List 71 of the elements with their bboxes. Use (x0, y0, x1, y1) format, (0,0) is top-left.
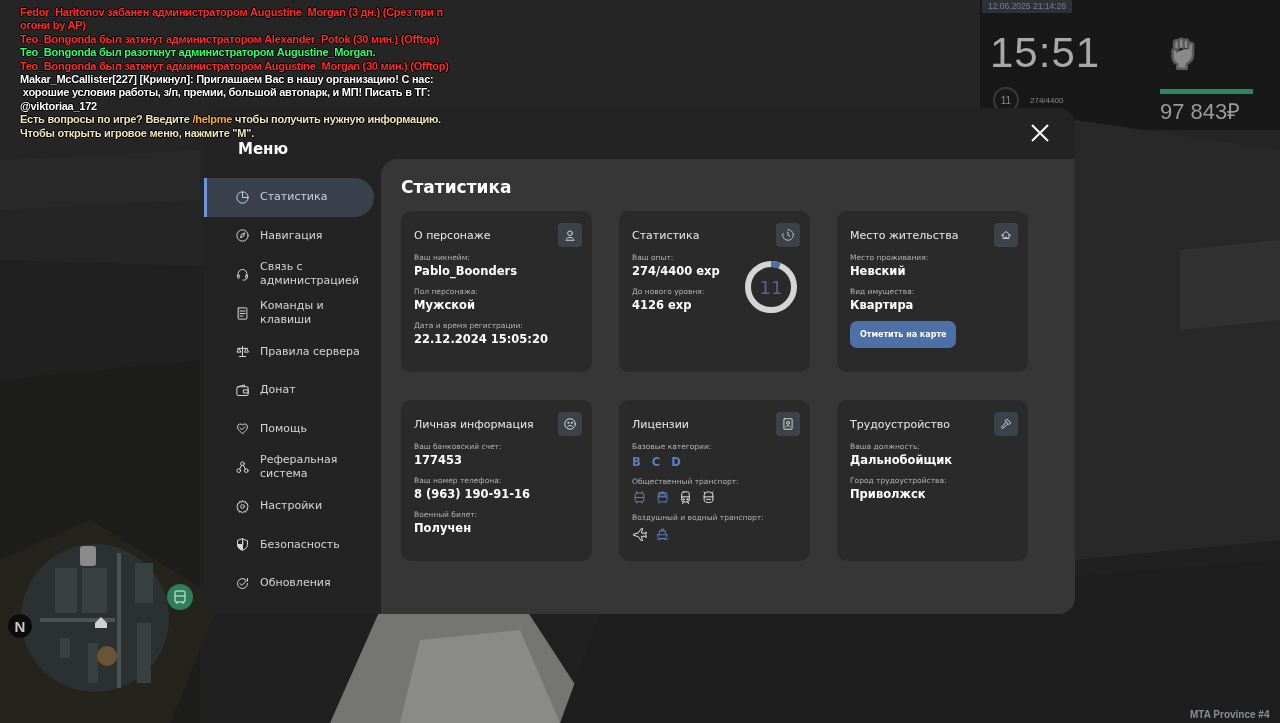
chat-line: Teo_Bongonda был заткнут администратором Alexander_Potok (30 мин.) (Offtop) (20, 32, 440, 47)
hammer-icon (999, 417, 1013, 431)
field-value: Невский (850, 264, 906, 278)
sidebar-item[interactable]: Обновления (204, 563, 374, 603)
sidebar-item[interactable]: Правила сервера (204, 332, 374, 371)
card-title: Статистика (632, 228, 700, 242)
chat-line: хорошие условия работы, з/п, премии, большой автопарк, и МП! Писать в ТГ: (21, 86, 431, 100)
compass-icon (235, 228, 250, 244)
field-value: Дальнобойщик (850, 453, 953, 467)
chat-line: @viktoriaa_172 (20, 99, 97, 114)
date-time: 12.06.2025 21:14:26 (982, 0, 1072, 13)
sidebar-item[interactable]: Безопасность (204, 525, 374, 564)
person-icon (563, 228, 577, 242)
card-title: Трудоустройство (850, 417, 951, 431)
chat-line: Teo_Bongonda был заткнут администратором Augustine_Morgan (30 мин.) (Offtop) (20, 59, 449, 74)
field-value: 274/4400 exp (632, 264, 720, 278)
scales-icon (235, 344, 250, 360)
server-name: MTA Province #4 (1190, 709, 1270, 720)
sidebar-item[interactable]: Помощь (204, 409, 374, 449)
settings-icon (235, 498, 250, 514)
section-title: Статистика (401, 177, 513, 199)
pie-chart-icon (235, 189, 250, 205)
license-category: C (651, 455, 661, 469)
card-title: Лицензии (632, 417, 689, 431)
level-number: 11 (758, 275, 784, 299)
field-value: 22.12.2024 15:05:20 (414, 332, 548, 346)
sidebar-item[interactable]: Команды и клавиши (204, 293, 374, 333)
id-card-icon (781, 417, 795, 431)
field-value: Мужской (414, 298, 475, 312)
chat-line: Есть вопросы по игре? Введите /helpme чтобы получить нужную информацию. (20, 113, 441, 127)
level-ring (744, 260, 798, 314)
house-icon (999, 228, 1013, 242)
map-button[interactable]: Отметить на карте (850, 321, 957, 348)
field-value: Приволжск (850, 487, 926, 501)
card-title: О персонаже (414, 228, 491, 242)
chat-line: Чтобы открыть игровое меню, нажмите "M". (20, 126, 254, 141)
chat-line: Makar_McCallister[227] [Крикнул]: Приглашаем Вас в нашу организацию! С нас: (20, 73, 434, 87)
wallet-icon (235, 382, 250, 398)
field-value: Получен (414, 521, 472, 535)
sidebar-item[interactable]: Реферальная система (204, 448, 374, 487)
bus-stop-icon (167, 584, 193, 610)
field-value: Pablo_Boonders (414, 264, 517, 278)
chat-line: Fedor_Haritonov забанен администратором Augustine_Morgan (3 дн.) (Срез при п (20, 6, 443, 20)
timer-icon (781, 228, 795, 242)
nodes-icon (235, 459, 250, 475)
sidebar-item[interactable]: Настройки (204, 486, 374, 526)
close-button[interactable] (1029, 122, 1051, 144)
clock-time: 15:51 (990, 30, 1101, 76)
field-value: Квартира (850, 298, 914, 312)
headset-icon (235, 267, 250, 282)
card-title: Место жительства (850, 228, 959, 242)
heart-icon (235, 421, 250, 437)
field-value: 177453 (414, 453, 462, 467)
document-icon (235, 305, 250, 321)
field-value: 4126 exp (632, 298, 692, 312)
card-title: Личная информация (414, 417, 534, 431)
refresh-icon (235, 575, 250, 591)
sidebar-item[interactable]: Статистика (204, 178, 374, 217)
license-category: B (632, 455, 641, 469)
sidebar-item[interactable]: Связь с администрацией (204, 255, 374, 294)
experience-text: 274/4400 (1030, 96, 1064, 105)
face-icon (563, 417, 577, 431)
chat-line: Teo_Bongonda был разоткнут администратором Augustine_Morgan. (20, 46, 376, 60)
money-amount: 97 843₽ (1160, 98, 1241, 125)
shield-icon (235, 537, 250, 553)
license-category: D (671, 455, 681, 469)
window-title: Меню (238, 141, 289, 158)
chat-line: огони by AP) (20, 19, 86, 33)
sidebar-item[interactable]: Навигация (204, 216, 374, 256)
field-value: 8 (963) 190-91-16 (414, 487, 531, 501)
sidebar-item[interactable]: Донат (204, 370, 374, 410)
